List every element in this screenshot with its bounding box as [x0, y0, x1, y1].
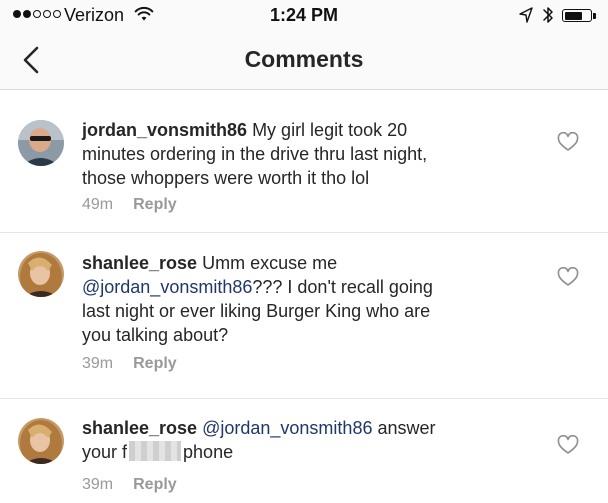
status-time: 1:24 PM	[269, 5, 339, 25]
comment-text: shanlee_rose @jordan_vonsmith86 answer y…	[82, 416, 502, 464]
comment-username[interactable]: shanlee_rose	[82, 253, 197, 273]
screen: Verizon 1:24 PM Comments jordan_vonsmith…	[0, 0, 608, 503]
avatar[interactable]	[18, 251, 64, 297]
bluetooth-icon	[542, 5, 554, 30]
mention-link[interactable]: @jordan_vonsmith86	[202, 418, 372, 438]
reply-button[interactable]: Reply	[133, 196, 177, 213]
comment-text-line: answer	[377, 418, 436, 438]
comment-text: shanlee_rose Umm excuse me @jordan_vonsm…	[82, 251, 502, 347]
comment-meta: 49m Reply	[82, 196, 177, 214]
like-heart-icon[interactable]	[557, 131, 579, 152]
location-arrow-icon	[518, 6, 534, 29]
battery-icon	[562, 9, 592, 22]
comment-username[interactable]: shanlee_rose	[82, 418, 197, 438]
comment-text-line: those whoppers were worth it tho lol	[82, 168, 370, 188]
comment-text-line: you talking about?	[82, 325, 229, 345]
comment-text-line: minutes ordering in the drive thru last …	[82, 144, 428, 164]
comment-text: jordan_vonsmith86 My girl legit took 20 …	[82, 118, 502, 190]
avatar[interactable]	[18, 418, 64, 464]
like-heart-icon[interactable]	[557, 434, 579, 455]
comment-meta: 39m Reply	[82, 476, 177, 494]
comment-list: jordan_vonsmith86 My girl legit took 20 …	[0, 90, 608, 503]
comment-text-line: Umm excuse me	[202, 253, 338, 273]
comment-text-line: last night or ever liking Burger King wh…	[82, 301, 431, 321]
comment-text-line: My girl legit took 20	[252, 120, 408, 140]
mention-link[interactable]: @jordan_vonsmith86	[82, 277, 252, 297]
page-title: Comments	[244, 46, 364, 72]
comment-username[interactable]: jordan_vonsmith86	[82, 120, 247, 140]
comment-text-line: phone	[183, 442, 234, 462]
comment-text-line: your f	[82, 442, 128, 462]
comment-text-line: ??? I don't recall going	[252, 277, 433, 297]
comment-meta: 39m Reply	[82, 355, 177, 373]
censored-word	[129, 441, 182, 461]
comment-timestamp: 39m	[82, 476, 114, 493]
battery-tip	[593, 13, 596, 19]
comment-timestamp: 39m	[82, 355, 114, 372]
nav-bar: Comments	[0, 32, 608, 90]
reply-button[interactable]: Reply	[133, 476, 177, 493]
comment-item: shanlee_rose @jordan_vonsmith86 answer y…	[0, 399, 608, 503]
reply-button[interactable]: Reply	[133, 355, 177, 372]
like-heart-icon[interactable]	[557, 266, 579, 287]
comment-item: shanlee_rose Umm excuse me @jordan_vonsm…	[0, 233, 608, 399]
comment-timestamp: 49m	[82, 196, 114, 213]
status-bar: Verizon 1:24 PM	[0, 0, 608, 32]
comment-item: jordan_vonsmith86 My girl legit took 20 …	[0, 90, 608, 233]
avatar[interactable]	[18, 120, 64, 166]
